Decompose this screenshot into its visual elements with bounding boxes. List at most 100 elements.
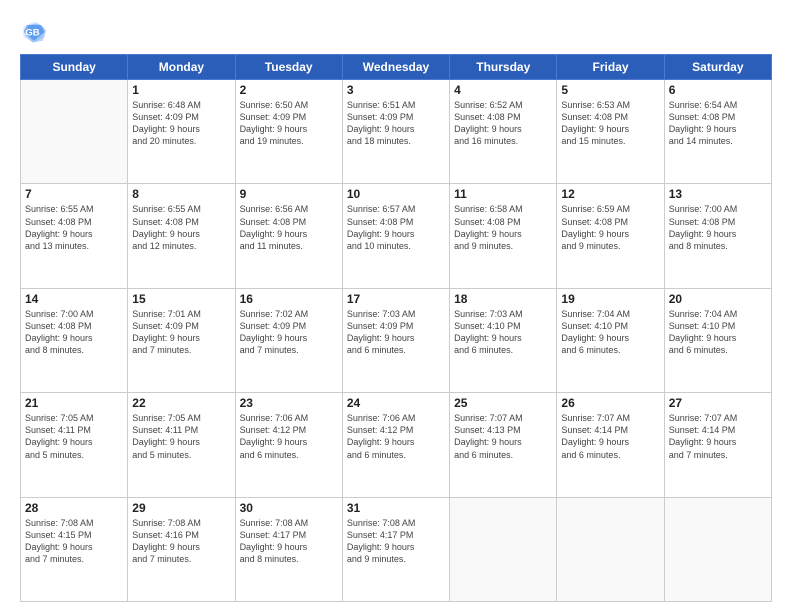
day-info: Sunrise: 7:00 AM Sunset: 4:08 PM Dayligh…: [25, 308, 123, 357]
weekday-header-tuesday: Tuesday: [235, 55, 342, 80]
calendar-cell: 25 Sunrise: 7:07 AM Sunset: 4:13 PM Dayli…: [450, 393, 557, 497]
calendar-cell: 28 Sunrise: 7:08 AM Sunset: 4:15 PM Dayli…: [21, 497, 128, 601]
day-number: 31: [347, 501, 445, 515]
day-number: 20: [669, 292, 767, 306]
day-info: Sunrise: 6:59 AM Sunset: 4:08 PM Dayligh…: [561, 203, 659, 252]
calendar-cell: 13 Sunrise: 7:00 AM Sunset: 4:08 PM Dayli…: [664, 184, 771, 288]
calendar-cell: 10 Sunrise: 6:57 AM Sunset: 4:08 PM Dayli…: [342, 184, 449, 288]
calendar-cell: 9Sunrise: 6:56 AM Sunset: 4:08 PM Daylig…: [235, 184, 342, 288]
calendar-cell: 3Sunrise: 6:51 AM Sunset: 4:09 PM Daylig…: [342, 80, 449, 184]
calendar-week-4: 21 Sunrise: 7:05 AM Sunset: 4:11 PM Dayli…: [21, 393, 772, 497]
day-number: 16: [240, 292, 338, 306]
day-info: Sunrise: 6:55 AM Sunset: 4:08 PM Dayligh…: [132, 203, 230, 252]
day-info: Sunrise: 6:48 AM Sunset: 4:09 PM Dayligh…: [132, 99, 230, 148]
day-info: Sunrise: 7:04 AM Sunset: 4:10 PM Dayligh…: [561, 308, 659, 357]
day-number: 14: [25, 292, 123, 306]
logo-icon: GB: [20, 18, 48, 46]
weekday-header-row: SundayMondayTuesdayWednesdayThursdayFrid…: [21, 55, 772, 80]
calendar-week-1: 1 Sunrise: 6:48 AM Sunset: 4:09 PM Daylig…: [21, 80, 772, 184]
calendar-table: SundayMondayTuesdayWednesdayThursdayFrid…: [20, 54, 772, 602]
day-info: Sunrise: 7:07 AM Sunset: 4:14 PM Dayligh…: [561, 412, 659, 461]
calendar-cell: 15Sunrise: 7:01 AM Sunset: 4:09 PM Dayli…: [128, 288, 235, 392]
day-info: Sunrise: 6:55 AM Sunset: 4:08 PM Dayligh…: [25, 203, 123, 252]
calendar-cell: 8Sunrise: 6:55 AM Sunset: 4:08 PM Daylig…: [128, 184, 235, 288]
calendar-cell: 23 Sunrise: 7:06 AM Sunset: 4:12 PM Dayli…: [235, 393, 342, 497]
day-number: 21: [25, 396, 123, 410]
day-number: 28: [25, 501, 123, 515]
day-info: Sunrise: 7:02 AM Sunset: 4:09 PM Dayligh…: [240, 308, 338, 357]
day-number: 19: [561, 292, 659, 306]
day-number: 27: [669, 396, 767, 410]
calendar-cell: 31 Sunrise: 7:08 AM Sunset: 4:17 PM Dayli…: [342, 497, 449, 601]
header: GB: [20, 18, 772, 46]
weekday-header-sunday: Sunday: [21, 55, 128, 80]
day-number: 26: [561, 396, 659, 410]
day-number: 4: [454, 83, 552, 97]
day-number: 22: [132, 396, 230, 410]
day-info: Sunrise: 6:57 AM Sunset: 4:08 PM Dayligh…: [347, 203, 445, 252]
calendar-week-3: 14 Sunrise: 7:00 AM Sunset: 4:08 PM Dayli…: [21, 288, 772, 392]
day-info: Sunrise: 7:06 AM Sunset: 4:12 PM Dayligh…: [240, 412, 338, 461]
calendar-cell: 17Sunrise: 7:03 AM Sunset: 4:09 PM Dayli…: [342, 288, 449, 392]
day-number: 5: [561, 83, 659, 97]
calendar-week-5: 28 Sunrise: 7:08 AM Sunset: 4:15 PM Dayli…: [21, 497, 772, 601]
calendar-cell: 2 Sunrise: 6:50 AM Sunset: 4:09 PM Daylig…: [235, 80, 342, 184]
weekday-header-friday: Friday: [557, 55, 664, 80]
day-info: Sunrise: 7:05 AM Sunset: 4:11 PM Dayligh…: [132, 412, 230, 461]
day-info: Sunrise: 7:03 AM Sunset: 4:10 PM Dayligh…: [454, 308, 552, 357]
calendar-cell: [21, 80, 128, 184]
calendar-cell: 1 Sunrise: 6:48 AM Sunset: 4:09 PM Daylig…: [128, 80, 235, 184]
day-info: Sunrise: 7:08 AM Sunset: 4:16 PM Dayligh…: [132, 517, 230, 566]
day-info: Sunrise: 7:08 AM Sunset: 4:17 PM Dayligh…: [347, 517, 445, 566]
calendar-cell: 30 Sunrise: 7:08 AM Sunset: 4:17 PM Dayli…: [235, 497, 342, 601]
weekday-header-wednesday: Wednesday: [342, 55, 449, 80]
day-info: Sunrise: 6:51 AM Sunset: 4:09 PM Dayligh…: [347, 99, 445, 148]
calendar-cell: 14 Sunrise: 7:00 AM Sunset: 4:08 PM Dayli…: [21, 288, 128, 392]
page: GB SundayMondayTuesdayWednesdayThursdayF…: [0, 0, 792, 612]
day-number: 17: [347, 292, 445, 306]
day-number: 24: [347, 396, 445, 410]
day-number: 6: [669, 83, 767, 97]
day-number: 2: [240, 83, 338, 97]
calendar-cell: 29Sunrise: 7:08 AM Sunset: 4:16 PM Dayli…: [128, 497, 235, 601]
day-info: Sunrise: 6:58 AM Sunset: 4:08 PM Dayligh…: [454, 203, 552, 252]
calendar-cell: 12 Sunrise: 6:59 AM Sunset: 4:08 PM Dayli…: [557, 184, 664, 288]
day-number: 13: [669, 187, 767, 201]
weekday-header-monday: Monday: [128, 55, 235, 80]
day-number: 18: [454, 292, 552, 306]
calendar-cell: 6Sunrise: 6:54 AM Sunset: 4:08 PM Daylig…: [664, 80, 771, 184]
weekday-header-saturday: Saturday: [664, 55, 771, 80]
calendar-cell: 26 Sunrise: 7:07 AM Sunset: 4:14 PM Dayli…: [557, 393, 664, 497]
day-number: 11: [454, 187, 552, 201]
logo: GB: [20, 18, 52, 46]
day-info: Sunrise: 6:50 AM Sunset: 4:09 PM Dayligh…: [240, 99, 338, 148]
day-number: 23: [240, 396, 338, 410]
day-number: 1: [132, 83, 230, 97]
calendar-cell: 11 Sunrise: 6:58 AM Sunset: 4:08 PM Dayli…: [450, 184, 557, 288]
svg-text:GB: GB: [25, 28, 39, 39]
day-number: 12: [561, 187, 659, 201]
calendar-cell: 22 Sunrise: 7:05 AM Sunset: 4:11 PM Dayli…: [128, 393, 235, 497]
day-info: Sunrise: 6:56 AM Sunset: 4:08 PM Dayligh…: [240, 203, 338, 252]
day-info: Sunrise: 7:00 AM Sunset: 4:08 PM Dayligh…: [669, 203, 767, 252]
calendar-cell: [557, 497, 664, 601]
calendar-cell: 18 Sunrise: 7:03 AM Sunset: 4:10 PM Dayli…: [450, 288, 557, 392]
day-number: 25: [454, 396, 552, 410]
calendar-cell: 16 Sunrise: 7:02 AM Sunset: 4:09 PM Dayli…: [235, 288, 342, 392]
day-info: Sunrise: 7:06 AM Sunset: 4:12 PM Dayligh…: [347, 412, 445, 461]
calendar-week-2: 7Sunrise: 6:55 AM Sunset: 4:08 PM Daylig…: [21, 184, 772, 288]
calendar-cell: 24 Sunrise: 7:06 AM Sunset: 4:12 PM Dayli…: [342, 393, 449, 497]
day-number: 10: [347, 187, 445, 201]
calendar-cell: 20Sunrise: 7:04 AM Sunset: 4:10 PM Dayli…: [664, 288, 771, 392]
day-info: Sunrise: 7:08 AM Sunset: 4:15 PM Dayligh…: [25, 517, 123, 566]
day-info: Sunrise: 7:07 AM Sunset: 4:13 PM Dayligh…: [454, 412, 552, 461]
calendar-cell: 27 Sunrise: 7:07 AM Sunset: 4:14 PM Dayli…: [664, 393, 771, 497]
day-info: Sunrise: 7:07 AM Sunset: 4:14 PM Dayligh…: [669, 412, 767, 461]
day-info: Sunrise: 6:53 AM Sunset: 4:08 PM Dayligh…: [561, 99, 659, 148]
calendar-cell: 19 Sunrise: 7:04 AM Sunset: 4:10 PM Dayli…: [557, 288, 664, 392]
day-info: Sunrise: 7:08 AM Sunset: 4:17 PM Dayligh…: [240, 517, 338, 566]
calendar-cell: 7Sunrise: 6:55 AM Sunset: 4:08 PM Daylig…: [21, 184, 128, 288]
day-number: 30: [240, 501, 338, 515]
calendar-cell: 5 Sunrise: 6:53 AM Sunset: 4:08 PM Daylig…: [557, 80, 664, 184]
calendar-cell: [450, 497, 557, 601]
